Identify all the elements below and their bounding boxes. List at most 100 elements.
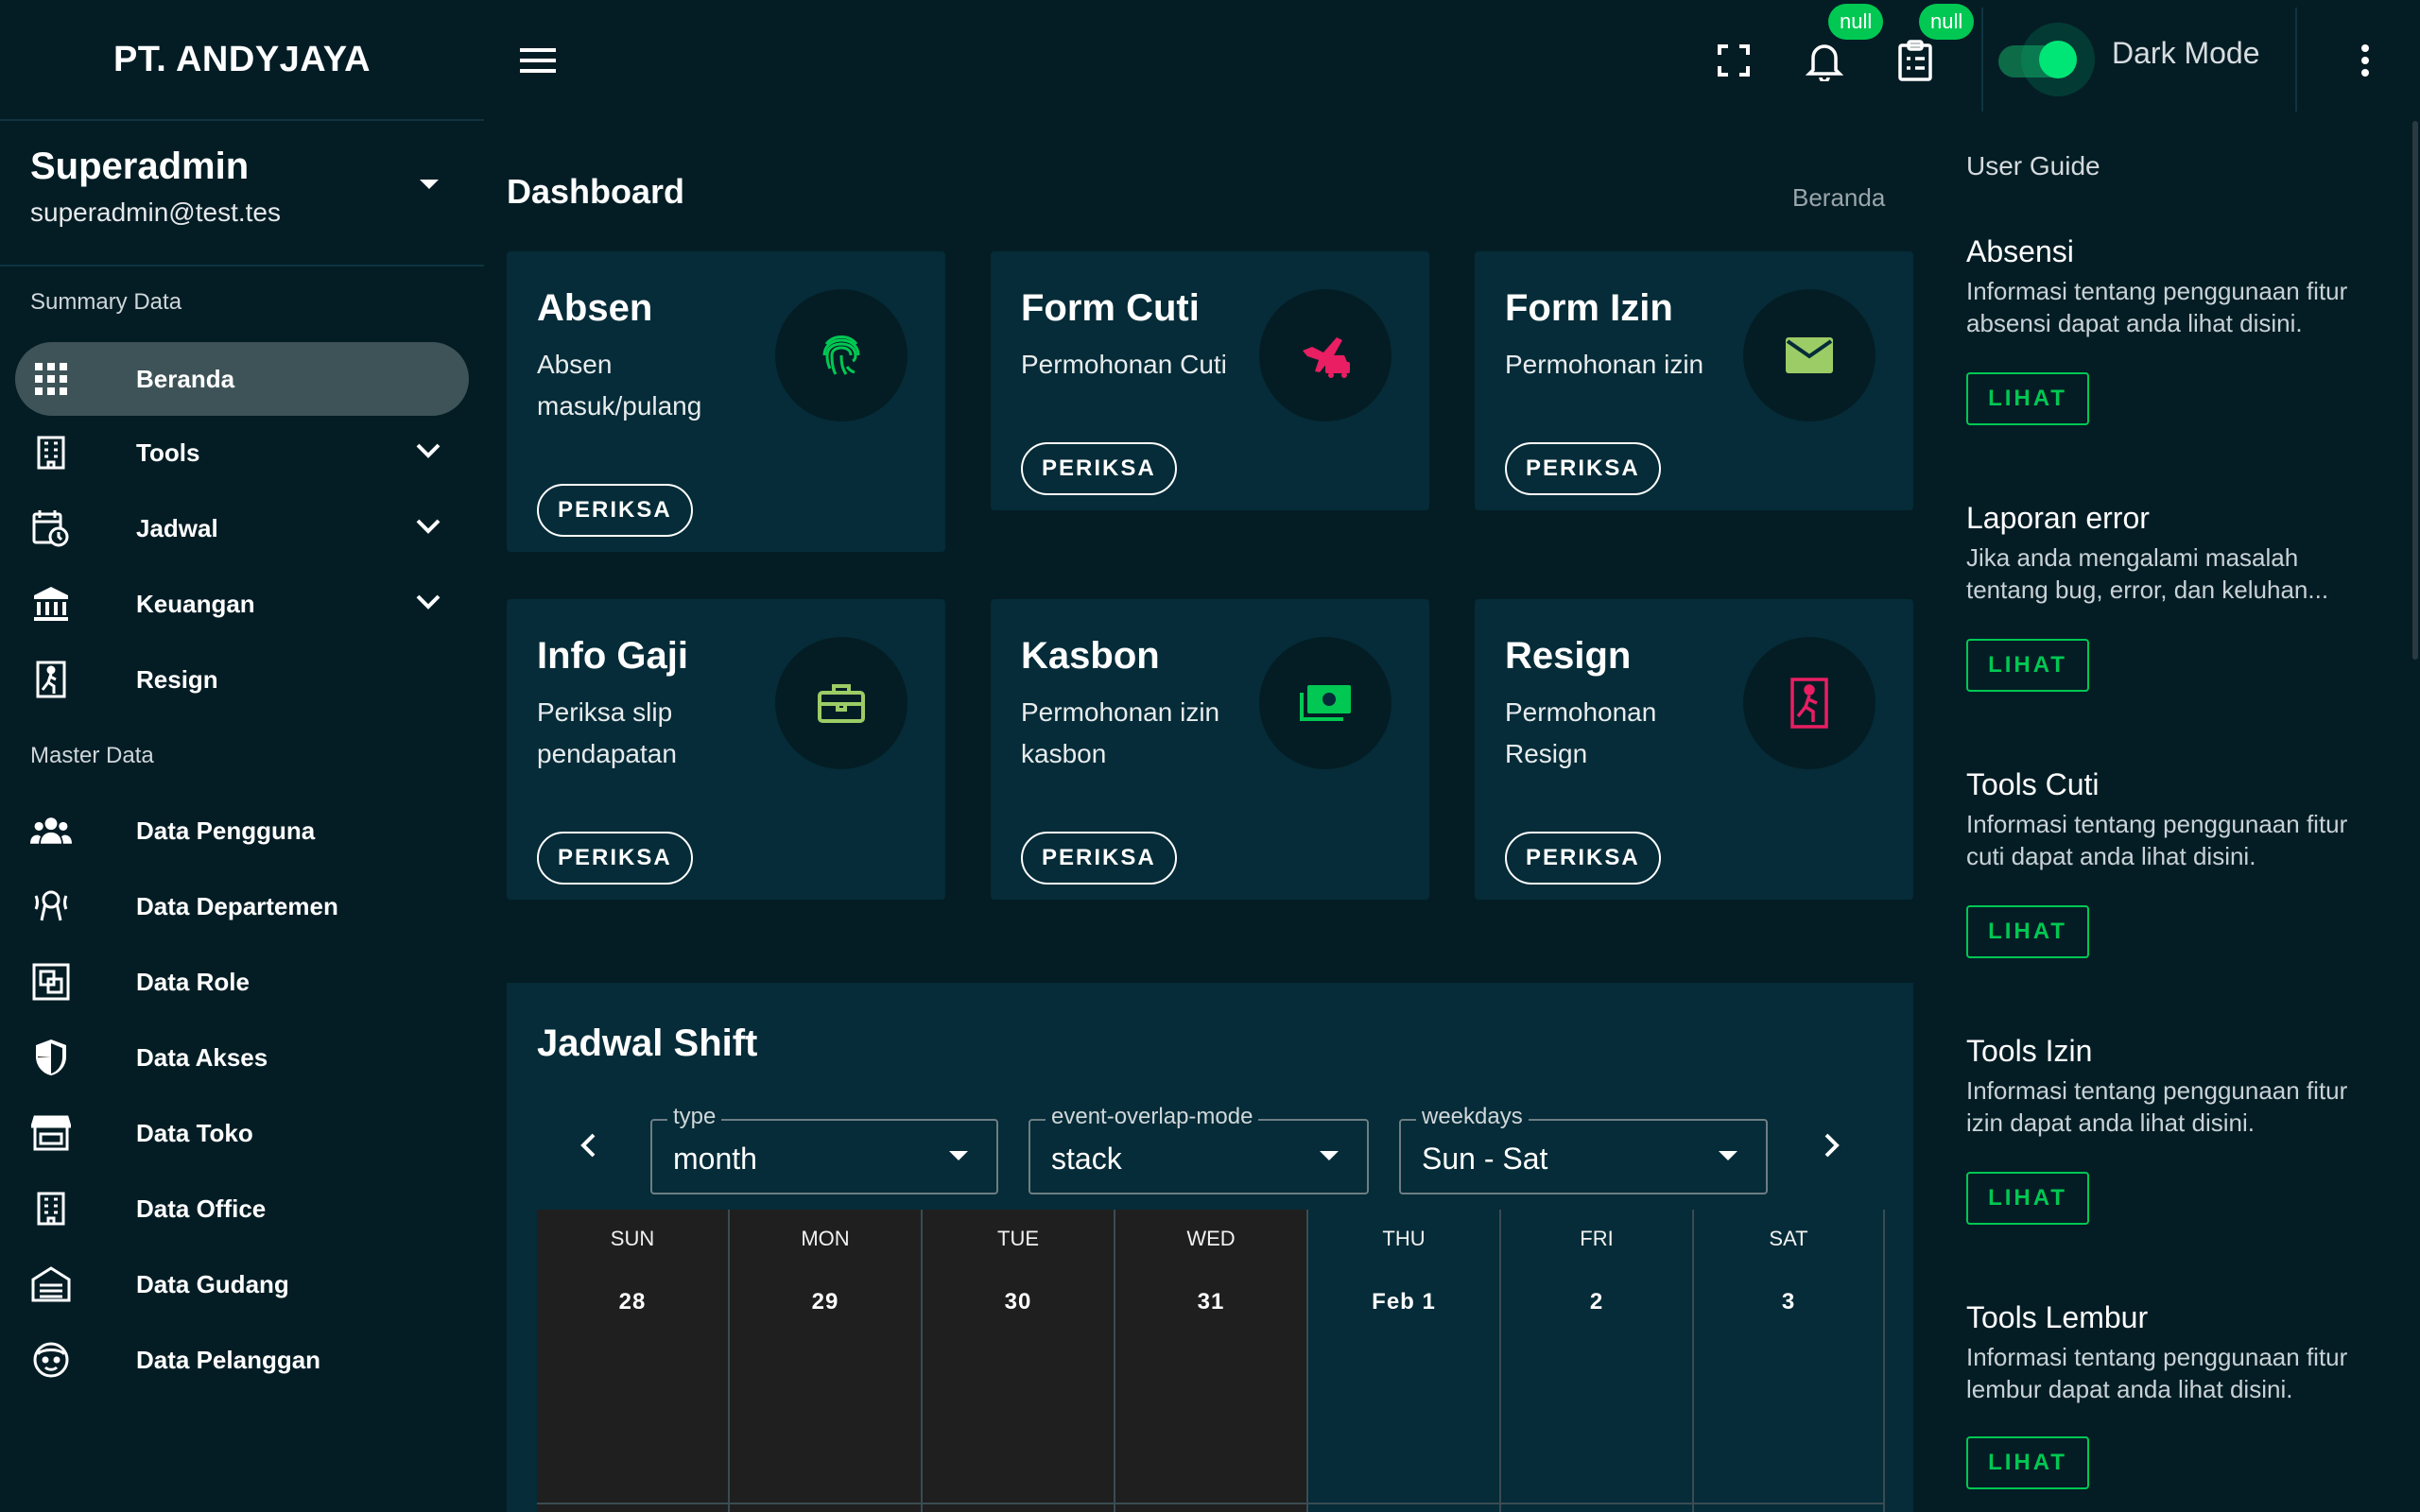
shift-title: Jadwal Shift xyxy=(537,1022,758,1064)
select-label: event-overlap-mode xyxy=(1046,1104,1259,1130)
lihat-button[interactable]: LIHAT xyxy=(1966,1172,2089,1225)
calendar-day-column[interactable]: WED 31 7 xyxy=(1115,1210,1308,1512)
user-name: Superadmin xyxy=(30,146,250,187)
section-master-data: Master Data xyxy=(30,743,154,768)
exit-door-icon xyxy=(30,659,72,700)
periksa-button[interactable]: PERIKSA xyxy=(1021,832,1177,885)
user-profile: Superadmin superadmin@test.tes xyxy=(30,146,281,228)
calendar-day-column[interactable]: TUE 30 6 xyxy=(923,1210,1115,1512)
page-title: Dashboard xyxy=(507,172,685,211)
type-select[interactable]: type month xyxy=(650,1104,998,1194)
briefcase-icon xyxy=(775,637,908,769)
calendar-date[interactable]: 30 xyxy=(923,1289,1114,1315)
sidebar-item-resign[interactable]: Resign xyxy=(15,643,469,716)
shield-icon xyxy=(30,1037,72,1078)
section-summary-data: Summary Data xyxy=(30,289,182,315)
sidebar-item-label: Data Pelanggan xyxy=(136,1345,321,1374)
sidebar-item-label: Tools xyxy=(136,438,200,467)
sidebar-item-jadwal[interactable]: Jadwal xyxy=(15,491,469,565)
customer-icon xyxy=(30,1339,72,1381)
jadwal-shift-panel: Jadwal Shift type month event-overlap-mo… xyxy=(507,983,1913,1512)
sidebar-item-data-toko[interactable]: Data Toko xyxy=(15,1096,469,1170)
calendar-week-divider xyxy=(537,1503,1885,1504)
sidebar-item-label: Data Akses xyxy=(136,1042,268,1072)
brand-title: PT. ANDYJAYA xyxy=(0,0,484,121)
sidebar-item-data-office[interactable]: Data Office xyxy=(15,1172,469,1246)
lihat-button[interactable]: LIHAT xyxy=(1966,639,2089,692)
card-resign: Resign Permohonan Resign PERIKSA xyxy=(1475,599,1913,900)
sidebar-item-label: Data Departemen xyxy=(136,891,338,920)
fullscreen-icon[interactable] xyxy=(1705,32,1762,89)
sidebar-item-beranda[interactable]: Beranda xyxy=(15,342,469,416)
periksa-button[interactable]: PERIKSA xyxy=(537,484,693,537)
calendar-date[interactable]: Feb 1 xyxy=(1308,1289,1499,1315)
grid-icon xyxy=(30,358,72,400)
guide-item-tools-lembur: Tools Lembur Informasi tentang penggunaa… xyxy=(1966,1300,2382,1405)
weekday-label: FRI xyxy=(1580,1227,1614,1250)
guide-description: Jika anda mengalami masalah tentang bug,… xyxy=(1966,543,2329,604)
guide-title: Laporan error xyxy=(1966,501,2150,535)
sidebar-item-data-pelanggan[interactable]: Data Pelanggan xyxy=(15,1323,469,1397)
calendar-date[interactable]: 28 xyxy=(537,1289,728,1315)
card-form-izin: Form Izin Permohonan izin PERIKSA xyxy=(1475,251,1913,510)
card-absen: Absen Absen masuk/pulang PERIKSA xyxy=(507,251,945,552)
sidebar-item-data-gudang[interactable]: Data Gudang xyxy=(15,1247,469,1321)
guide-title: Tools Lembur xyxy=(1966,1300,2149,1334)
top-bar: PT. ANDYJAYA null null Dark Mode xyxy=(0,0,2420,121)
sidebar-item-label: Resign xyxy=(136,664,218,694)
calendar-day-column[interactable]: THU Feb 1 8 xyxy=(1308,1210,1501,1512)
caret-down-icon xyxy=(1717,1149,1739,1167)
calendar-day-column[interactable]: SUN 28 4 xyxy=(537,1210,730,1512)
calendar-date[interactable]: 29 xyxy=(730,1289,921,1315)
card-title: Resign xyxy=(1505,635,1632,677)
calendar-day-column[interactable]: SAT 3 10 xyxy=(1694,1210,1885,1512)
sidebar-item-label: Data Gudang xyxy=(136,1269,289,1298)
guide-scrollbar[interactable] xyxy=(2412,121,2418,660)
guide-item-tools-izin: Tools Izin Informasi tentang penggunaan … xyxy=(1966,1034,2382,1139)
sidebar-item-data-akses[interactable]: Data Akses xyxy=(15,1021,469,1094)
breadcrumb[interactable]: Beranda xyxy=(1792,183,1885,213)
task-badge: null xyxy=(1919,4,1975,40)
select-value: month xyxy=(673,1142,757,1176)
menu-icon[interactable] xyxy=(510,32,567,89)
card-title: Form Cuti xyxy=(1021,287,1200,329)
periksa-button[interactable]: PERIKSA xyxy=(1505,442,1661,495)
periksa-button[interactable]: PERIKSA xyxy=(537,832,693,885)
lihat-button[interactable]: LIHAT xyxy=(1966,1436,2089,1489)
dark-mode-label: Dark Mode xyxy=(2112,36,2260,70)
sidebar-item-data-role[interactable]: Data Role xyxy=(15,945,469,1019)
dark-mode-toggle[interactable] xyxy=(1998,23,2095,96)
card-subtitle: Permohonan Cuti xyxy=(1021,350,1227,379)
bell-icon[interactable]: null xyxy=(1796,4,1884,89)
sidebar-item-tools[interactable]: Tools xyxy=(15,416,469,490)
card-subtitle: Permohonan izin xyxy=(1505,350,1704,379)
calendar-date[interactable]: 31 xyxy=(1115,1289,1306,1315)
users-icon xyxy=(30,810,72,851)
chevron-left-icon[interactable] xyxy=(569,1126,607,1164)
more-vertical-icon[interactable] xyxy=(2346,32,2384,89)
calendar-date[interactable]: 2 xyxy=(1501,1289,1692,1315)
calendar-date[interactable]: 3 xyxy=(1694,1289,1883,1315)
clipboard-icon[interactable]: null xyxy=(1887,4,1975,89)
role-icon xyxy=(30,961,72,1003)
periksa-button[interactable]: PERIKSA xyxy=(1021,442,1177,495)
card-subtitle: Absen masuk/pulang xyxy=(537,350,702,421)
user-menu-caret-icon[interactable] xyxy=(418,178,441,196)
card-info-gaji: Info Gaji Periksa slip pendapatan PERIKS… xyxy=(507,599,945,900)
sidebar-item-data-departemen[interactable]: Data Departemen xyxy=(15,869,469,943)
sidebar-item-data-pengguna[interactable]: Data Pengguna xyxy=(15,794,469,868)
card-title: Form Izin xyxy=(1505,287,1673,329)
office-icon xyxy=(30,1188,72,1229)
guide-description: Informasi tentang penggunaan fitur lembu… xyxy=(1966,1343,2348,1403)
calendar-day-column[interactable]: MON 29 5 xyxy=(730,1210,923,1512)
lihat-button[interactable]: LIHAT xyxy=(1966,372,2089,425)
fingerprint-icon xyxy=(775,289,908,421)
event-overlap-mode-select[interactable]: event-overlap-mode stack xyxy=(1028,1104,1369,1194)
chevron-right-icon[interactable] xyxy=(1813,1126,1851,1164)
guide-description: Informasi tentang penggunaan fitur cuti … xyxy=(1966,810,2348,870)
weekdays-select[interactable]: weekdays Sun - Sat xyxy=(1399,1104,1768,1194)
sidebar-item-keuangan[interactable]: Keuangan xyxy=(15,567,469,641)
periksa-button[interactable]: PERIKSA xyxy=(1505,832,1661,885)
calendar-day-column[interactable]: FRI 2 9 xyxy=(1501,1210,1694,1512)
lihat-button[interactable]: LIHAT xyxy=(1966,905,2089,958)
